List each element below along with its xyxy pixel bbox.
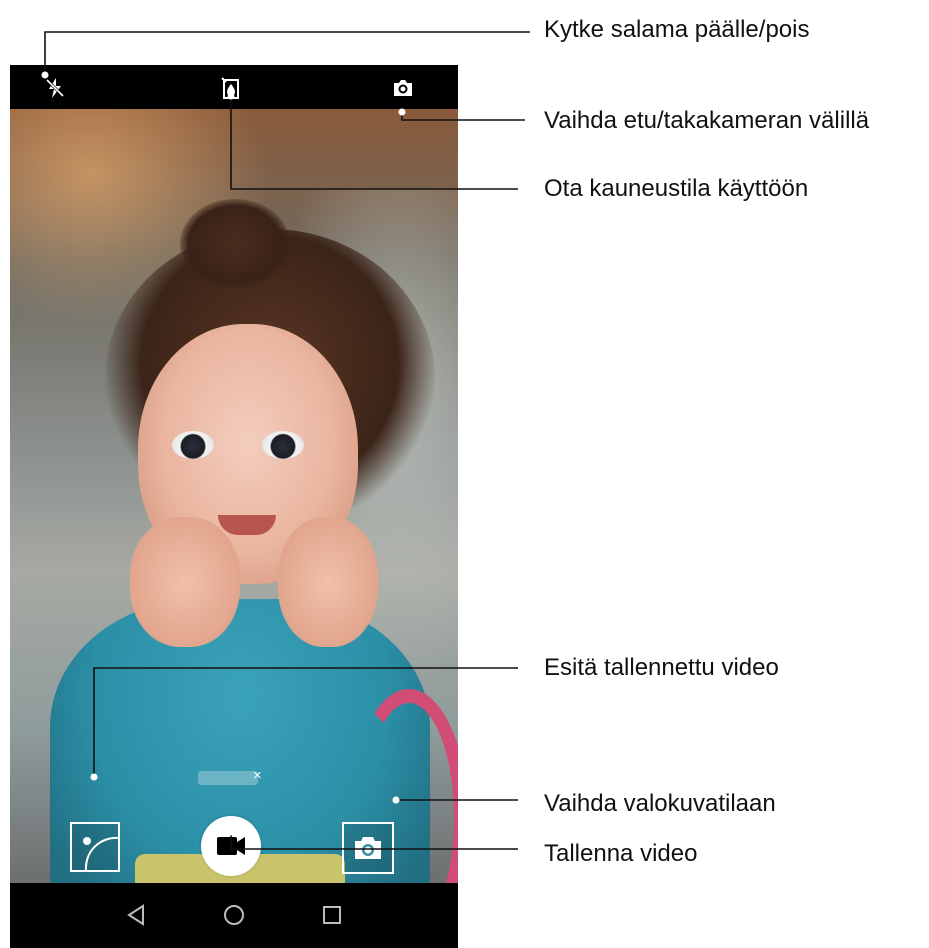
callout-switch-camera: Vaihda etu/takakameran välillä [544, 107, 870, 134]
switch-camera-button[interactable] [390, 76, 416, 100]
beauty-mode-icon [221, 77, 239, 99]
callout-flash: Kytke salama päälle/pois [544, 16, 810, 43]
nav-recents-button[interactable] [302, 883, 362, 948]
home-circle-icon [224, 905, 244, 925]
flash-toggle-button[interactable] [43, 76, 67, 100]
system-nav-bar [10, 883, 458, 948]
phone-screen: × [10, 65, 458, 948]
subject-right-hand [278, 517, 378, 647]
callout-beauty: Ota kauneustila käyttöön [544, 175, 809, 202]
zoom-toast [198, 771, 258, 785]
subject-hair-bun [180, 199, 290, 289]
flash-off-icon [45, 78, 65, 98]
callout-record: Tallenna video [544, 840, 698, 867]
record-video-button[interactable] [201, 816, 261, 876]
nav-home-button[interactable] [204, 883, 264, 948]
camera-icon [355, 837, 381, 859]
camera-viewfinder[interactable]: × [10, 109, 458, 883]
nav-back-button[interactable] [106, 883, 166, 948]
callout-play-video: Esitä tallennettu video [544, 654, 779, 681]
subject-left-hand [130, 517, 240, 647]
camera-top-bar [10, 65, 458, 109]
back-triangle-icon [127, 904, 144, 926]
photo-mode-button[interactable] [342, 822, 394, 874]
video-camera-icon [217, 837, 245, 855]
toast-close-button[interactable]: × [253, 767, 262, 784]
switch-camera-icon [394, 80, 412, 96]
recents-square-icon [323, 906, 341, 924]
beauty-mode-button[interactable] [219, 76, 243, 102]
callout-photo-mode: Vaihda valokuvatilaan [544, 790, 776, 817]
subject-left-eye [172, 431, 214, 459]
subject-right-eye [262, 431, 304, 459]
gallery-thumbnail-button[interactable] [70, 822, 120, 872]
gallery-thumbnail-icon [83, 836, 119, 871]
